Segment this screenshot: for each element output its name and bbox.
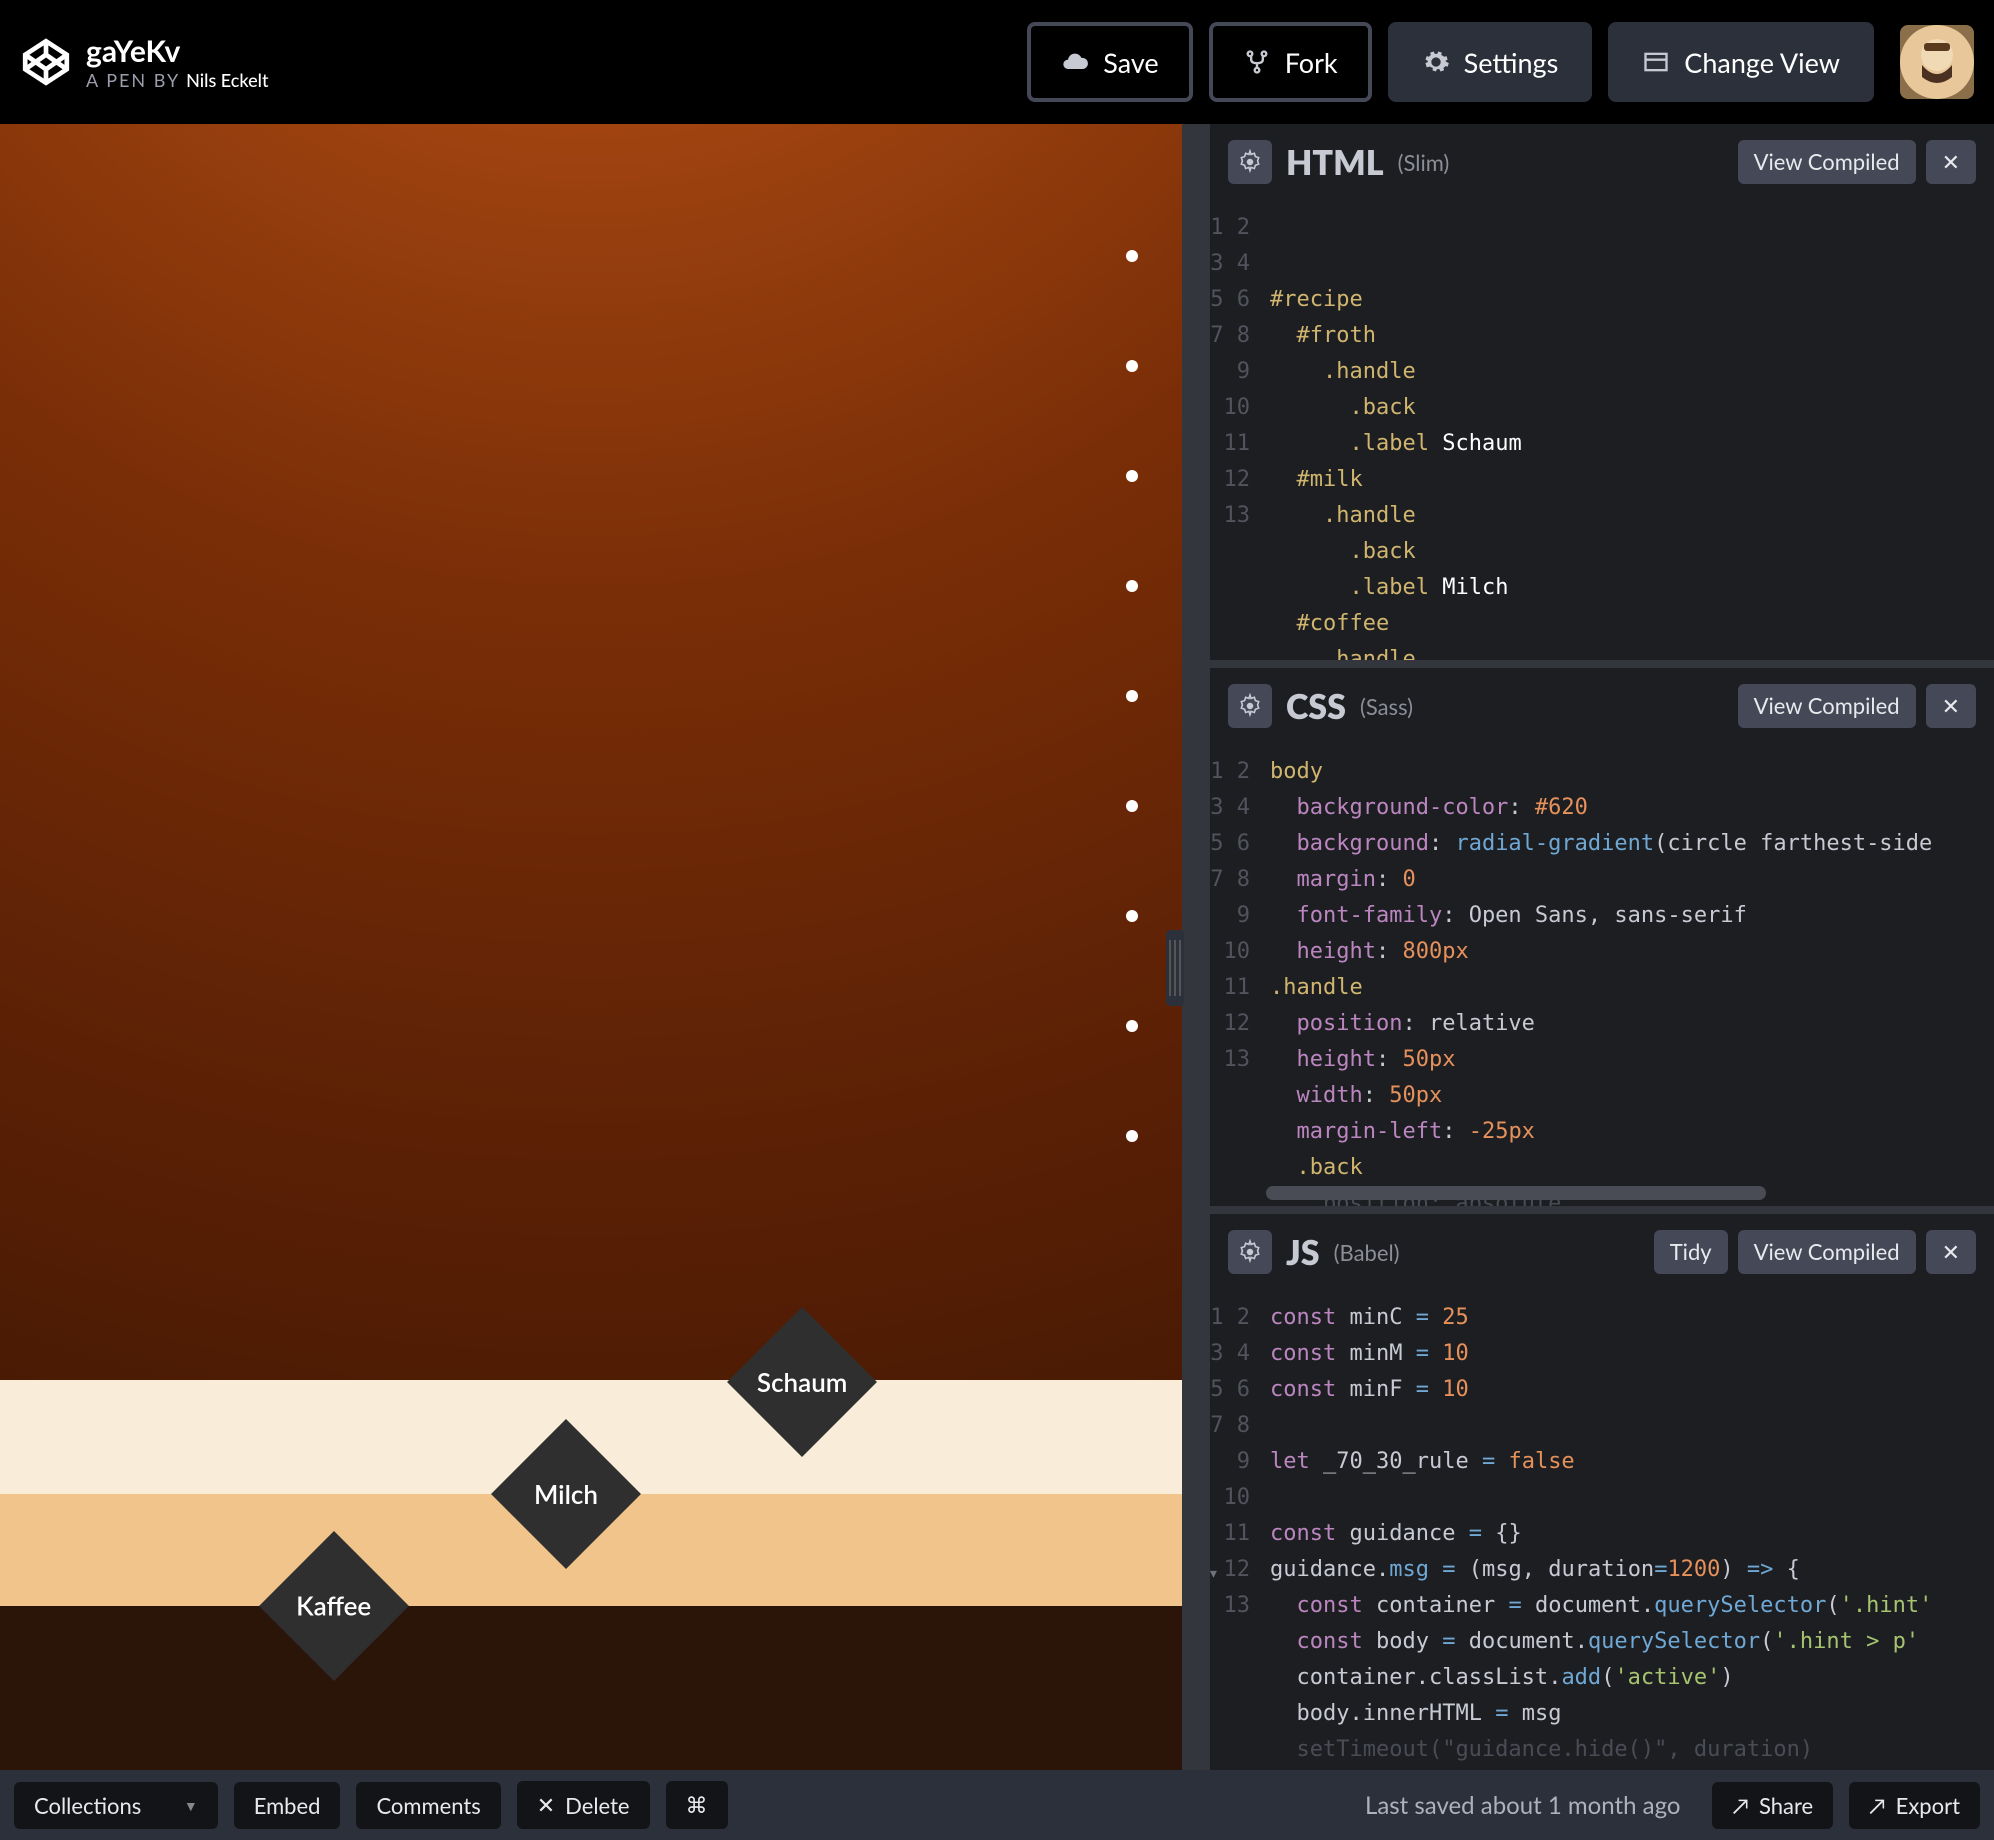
panel-css: CSS (Sass) View Compiled✕ 1 2 3 4 5 6 7 … — [1210, 668, 1994, 1214]
change-view-label: Change View — [1684, 46, 1840, 79]
gear-icon — [1237, 149, 1263, 175]
cloud-icon — [1061, 48, 1089, 76]
gutter-css: 1 2 3 4 5 6 7 8 9 10 11 12 13 — [1210, 744, 1262, 1206]
gutter-html: 1 2 3 4 5 6 7 8 9 10 11 12 13 — [1210, 200, 1262, 660]
code-css[interactable]: body background-color: #620 background: … — [1262, 744, 1994, 1206]
comments-label: Comments — [376, 1792, 480, 1819]
gear-icon — [1422, 48, 1450, 76]
title-block: gaYeKv A PEN BY Nils Eckelt — [86, 33, 269, 91]
code-area-css[interactable]: 1 2 3 4 5 6 7 8 9 10 11 12 13 body backg… — [1210, 744, 1994, 1206]
change-view-button[interactable]: Change View — [1608, 22, 1874, 102]
save-status: Last saved about 1 month ago — [1365, 1791, 1680, 1820]
panel-css-settings[interactable] — [1228, 684, 1272, 728]
delete-button[interactable]: ✕ Delete — [517, 1781, 650, 1829]
layer-coffee — [0, 1606, 1182, 1770]
code-area-html[interactable]: 1 2 3 4 5 6 7 8 9 10 11 12 13 #recipe #f… — [1210, 200, 1994, 660]
keyboard-button[interactable]: ⌘ — [666, 1781, 728, 1829]
scale-dot — [1126, 910, 1138, 922]
settings-button[interactable]: Settings — [1388, 22, 1593, 102]
scale-dot — [1126, 250, 1138, 262]
codepen-logo-icon — [20, 36, 72, 88]
panel-css-actions: View Compiled✕ — [1738, 684, 1976, 728]
close-icon: ✕ — [537, 1791, 555, 1819]
panel-css-header: CSS (Sass) View Compiled✕ — [1210, 668, 1994, 744]
logo-block: gaYeKv A PEN BY Nils Eckelt — [20, 33, 1011, 91]
share-label: Share — [1759, 1792, 1813, 1819]
action-view-compiled[interactable]: View Compiled — [1738, 1230, 1916, 1274]
preview-pane[interactable]: Schaum Milch Kaffee — [0, 124, 1182, 1770]
export-icon: ↗ — [1869, 1792, 1886, 1819]
header: gaYeKv A PEN BY Nils Eckelt Save Fork Se… — [0, 0, 1994, 124]
handle-milk-label: Milch — [534, 1478, 598, 1510]
collections-label: Collections — [34, 1792, 141, 1819]
scale-dot — [1126, 580, 1138, 592]
panel-html-title: HTML — [1286, 142, 1384, 183]
panel-html: HTML (Slim) View Compiled✕ 1 2 3 4 5 6 7… — [1210, 124, 1994, 668]
panel-js: JS (Babel) TidyView Compiled✕ 1 2 3 4 5 … — [1210, 1214, 1994, 1786]
code-js[interactable]: const minC = 25 const minM = 10 const mi… — [1262, 1290, 1994, 1778]
embed-button[interactable]: Embed — [234, 1782, 341, 1829]
panel-html-sub: (Slim) — [1398, 149, 1450, 176]
scale-dot — [1126, 690, 1138, 702]
panel-html-header: HTML (Slim) View Compiled✕ — [1210, 124, 1994, 200]
close-icon[interactable]: ✕ — [1926, 1230, 1976, 1274]
save-label: Save — [1103, 46, 1158, 79]
gutter-js: 1 2 3 4 5 6 7 8 9 10 11 12 13 ▾ — [1210, 1290, 1262, 1778]
panel-html-actions: View Compiled✕ — [1738, 140, 1976, 184]
fork-icon — [1243, 48, 1271, 76]
scale-dot — [1126, 1130, 1138, 1142]
panel-js-title: JS — [1286, 1232, 1320, 1273]
code-html[interactable]: #recipe #froth .handle .back .label Scha… — [1262, 200, 1994, 660]
collections-button[interactable]: Collections ▼ — [14, 1782, 218, 1829]
comments-button[interactable]: Comments — [356, 1782, 500, 1829]
delete-label: Delete — [565, 1792, 629, 1819]
close-icon[interactable]: ✕ — [1926, 684, 1976, 728]
share-icon: ↗ — [1732, 1792, 1749, 1819]
action-view-compiled[interactable]: View Compiled — [1738, 140, 1916, 184]
handle-froth-label: Schaum — [757, 1366, 847, 1398]
layout-icon — [1642, 48, 1670, 76]
export-button[interactable]: ↗ Export — [1849, 1782, 1980, 1829]
chevron-down-icon: ▼ — [184, 1797, 198, 1814]
code-area-js[interactable]: 1 2 3 4 5 6 7 8 9 10 11 12 13 ▾ const mi… — [1210, 1290, 1994, 1778]
panel-css-sub: (Sass) — [1360, 693, 1413, 720]
settings-label: Settings — [1464, 46, 1559, 79]
avatar[interactable] — [1900, 25, 1974, 99]
fork-button[interactable]: Fork — [1209, 22, 1372, 102]
scale-dot — [1126, 470, 1138, 482]
panel-js-sub: (Babel) — [1334, 1239, 1400, 1266]
save-button[interactable]: Save — [1027, 22, 1192, 102]
panel-js-settings[interactable] — [1228, 1230, 1272, 1274]
gear-icon — [1237, 1239, 1263, 1265]
byline-prefix: A PEN BY — [86, 69, 180, 91]
handle-coffee-label: Kaffee — [296, 1590, 371, 1622]
close-icon[interactable]: ✕ — [1926, 140, 1976, 184]
export-label: Export — [1896, 1792, 1960, 1819]
share-button[interactable]: ↗ Share — [1712, 1782, 1833, 1829]
panel-js-header: JS (Babel) TidyView Compiled✕ — [1210, 1214, 1994, 1290]
panel-css-title: CSS — [1286, 686, 1346, 727]
scale-dot — [1126, 800, 1138, 812]
action-tidy[interactable]: Tidy — [1654, 1230, 1728, 1274]
splitter-handle[interactable] — [1166, 930, 1184, 1006]
action-view-compiled[interactable]: View Compiled — [1738, 684, 1916, 728]
embed-label: Embed — [254, 1792, 321, 1819]
main: Schaum Milch Kaffee HTML (Slim) View Com… — [0, 124, 1994, 1770]
pen-title[interactable]: gaYeKv — [86, 33, 269, 69]
fold-arrow-icon[interactable]: ▾ — [1210, 1556, 1219, 1592]
editors: HTML (Slim) View Compiled✕ 1 2 3 4 5 6 7… — [1182, 124, 1994, 1770]
gear-icon — [1237, 693, 1263, 719]
scale-dot — [1126, 1020, 1138, 1032]
author-link[interactable]: Nils Eckelt — [186, 69, 268, 91]
scale-dot — [1126, 360, 1138, 372]
fork-label: Fork — [1285, 46, 1338, 79]
pen-byline: A PEN BY Nils Eckelt — [86, 69, 269, 91]
panel-html-settings[interactable] — [1228, 140, 1272, 184]
scrollbar-css[interactable] — [1266, 1186, 1766, 1200]
panel-js-actions: TidyView Compiled✕ — [1654, 1230, 1976, 1274]
footer: Collections ▼ Embed Comments ✕ Delete ⌘ L… — [0, 1770, 1994, 1840]
command-icon: ⌘ — [686, 1791, 708, 1819]
